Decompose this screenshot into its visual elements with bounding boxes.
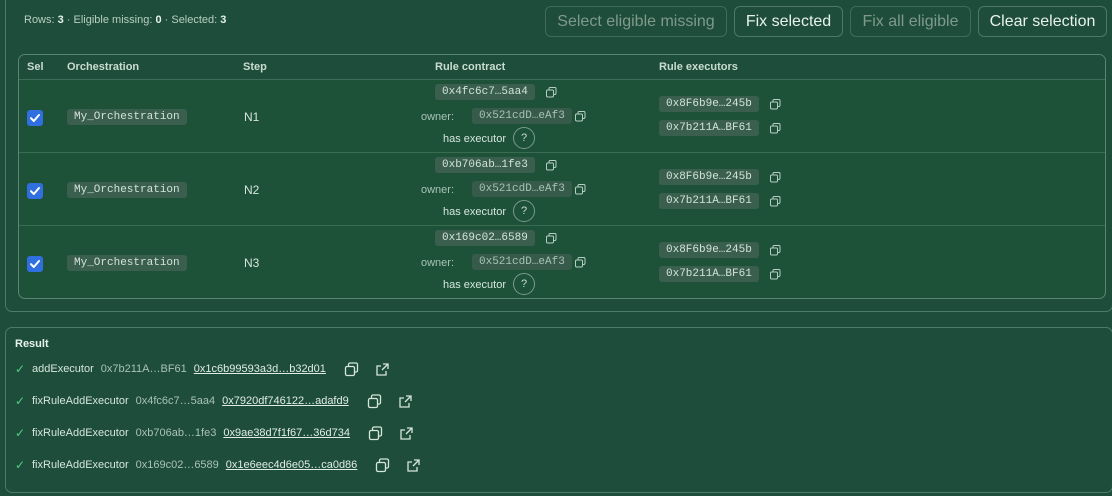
rule-contract-address: 0xb706ab…1fe3 <box>435 157 535 173</box>
result-action: fixRuleAddExecutor <box>32 395 129 407</box>
result-item: ✓ fixRuleAddExecutor 0x169c02…6589 0x1e6… <box>15 457 421 473</box>
question-icon[interactable]: ? <box>513 273 535 295</box>
fix-all-eligible-button[interactable]: Fix all eligible <box>850 6 971 37</box>
copy-icon[interactable] <box>546 160 557 171</box>
fix-selected-button[interactable]: Fix selected <box>734 6 843 37</box>
selected-count: 3 <box>220 14 227 26</box>
executor-address: 0x8F6b9e…245b <box>659 169 759 185</box>
copy-icon[interactable] <box>770 245 781 256</box>
copy-icon[interactable] <box>344 361 359 377</box>
owner-label: owner: <box>421 111 455 123</box>
row-checkbox[interactable] <box>27 110 43 126</box>
rule-contract-address: 0x169c02…6589 <box>435 230 535 246</box>
copy-icon[interactable] <box>575 257 586 268</box>
checkbox-check-icon <box>30 114 40 122</box>
checkbox-check-icon <box>30 260 40 268</box>
result-item: ✓ fixRuleAddExecutor 0x4fc6c7…5aa4 0x792… <box>15 393 413 409</box>
select-eligible-missing-button[interactable]: Select eligible missing <box>545 6 727 37</box>
rule-contract-address: 0x4fc6c7…5aa4 <box>435 84 535 100</box>
copy-icon[interactable] <box>770 99 781 110</box>
external-link-icon[interactable] <box>406 458 421 473</box>
clear-selection-button[interactable]: Clear selection <box>978 6 1107 37</box>
copy-icon[interactable] <box>546 87 557 98</box>
external-link-icon[interactable] <box>399 426 414 441</box>
copy-icon[interactable] <box>375 457 390 473</box>
owner-address: 0x521cdD…eAf3 <box>472 254 572 270</box>
result-action: fixRuleAddExecutor <box>32 459 129 471</box>
check-icon: ✓ <box>15 458 26 472</box>
external-link-icon[interactable] <box>375 362 390 377</box>
step-label: N1 <box>244 110 260 124</box>
table-row: My_Orchestration N2 0xb706ab…1fe3 owner:… <box>19 153 1105 226</box>
orchestration-tag: My_Orchestration <box>67 182 187 198</box>
executor-address: 0x8F6b9e…245b <box>659 242 759 258</box>
result-address: 0x7b211A…BF61 <box>100 363 187 375</box>
copy-icon[interactable] <box>770 269 781 280</box>
header-step: Step <box>243 61 267 73</box>
question-icon[interactable]: ? <box>513 200 535 222</box>
external-link-icon[interactable] <box>398 394 413 409</box>
result-title: Result <box>15 338 49 350</box>
tx-hash-link[interactable]: 0x1e6eec4d6e05…ca0d86 <box>226 459 358 471</box>
copy-icon[interactable] <box>575 111 586 122</box>
tx-hash-link[interactable]: 0x9ae38d7f1f67…36d734 <box>223 427 350 439</box>
copy-icon[interactable] <box>367 393 382 409</box>
copy-icon[interactable] <box>770 196 781 207</box>
result-item: ✓ addExecutor 0x7b211A…BF61 0x1c6b99593a… <box>15 361 390 377</box>
has-executor-label: has executor <box>443 279 506 291</box>
header-sel: Sel <box>27 61 44 73</box>
result-address: 0x169c02…6589 <box>135 459 219 471</box>
header-rule-contract: Rule contract <box>435 61 506 73</box>
result-panel: Result ✓ addExecutor 0x7b211A…BF61 0x1c6… <box>5 327 1112 493</box>
result-address: 0x4fc6c7…5aa4 <box>135 395 216 407</box>
rules-table: Sel Orchestration Step Rule contract Rul… <box>18 54 1106 299</box>
table-row: My_Orchestration N3 0x169c02…6589 owner:… <box>19 226 1105 298</box>
executor-address: 0x7b211A…BF61 <box>659 266 759 282</box>
table-row: My_Orchestration N1 0x4fc6c7…5aa4 owner:… <box>19 80 1105 153</box>
row-checkbox[interactable] <box>27 256 43 272</box>
result-action: fixRuleAddExecutor <box>32 427 129 439</box>
executor-address: 0x7b211A…BF61 <box>659 193 759 209</box>
owner-label: owner: <box>421 184 455 196</box>
step-label: N3 <box>244 256 260 270</box>
owner-address: 0x521cdD…eAf3 <box>472 181 572 197</box>
question-icon[interactable]: ? <box>513 127 535 149</box>
result-item: ✓ fixRuleAddExecutor 0xb706ab…1fe3 0x9ae… <box>15 425 414 441</box>
copy-icon[interactable] <box>575 184 586 195</box>
summary-text: Rows: 3 · Eligible missing: 0 · Selected… <box>24 14 227 26</box>
header-rule-executors: Rule executors <box>659 61 738 73</box>
has-executor-label: has executor <box>443 206 506 218</box>
check-icon: ✓ <box>15 426 26 440</box>
copy-icon[interactable] <box>770 172 781 183</box>
tx-hash-link[interactable]: 0x7920df746122…adafd9 <box>222 395 349 407</box>
result-action: addExecutor <box>32 363 94 375</box>
table-header: Sel Orchestration Step Rule contract Rul… <box>19 55 1105 80</box>
has-executor-label: has executor <box>443 133 506 145</box>
owner-label: owner: <box>421 257 455 269</box>
executor-address: 0x8F6b9e…245b <box>659 96 759 112</box>
copy-icon[interactable] <box>368 425 383 441</box>
copy-icon[interactable] <box>770 123 781 134</box>
check-icon: ✓ <box>15 394 26 408</box>
header-orchestration: Orchestration <box>67 61 140 73</box>
orchestration-tag: My_Orchestration <box>67 109 187 125</box>
checkbox-check-icon <box>30 187 40 195</box>
executor-address: 0x7b211A…BF61 <box>659 120 759 136</box>
row-checkbox[interactable] <box>27 183 43 199</box>
step-label: N2 <box>244 183 260 197</box>
orchestration-tag: My_Orchestration <box>67 255 187 271</box>
result-address: 0xb706ab…1fe3 <box>135 427 217 439</box>
owner-address: 0x521cdD…eAf3 <box>472 108 572 124</box>
copy-icon[interactable] <box>546 233 557 244</box>
check-icon: ✓ <box>15 362 26 376</box>
tx-hash-link[interactable]: 0x1c6b99593a3d…b32d01 <box>194 363 326 375</box>
